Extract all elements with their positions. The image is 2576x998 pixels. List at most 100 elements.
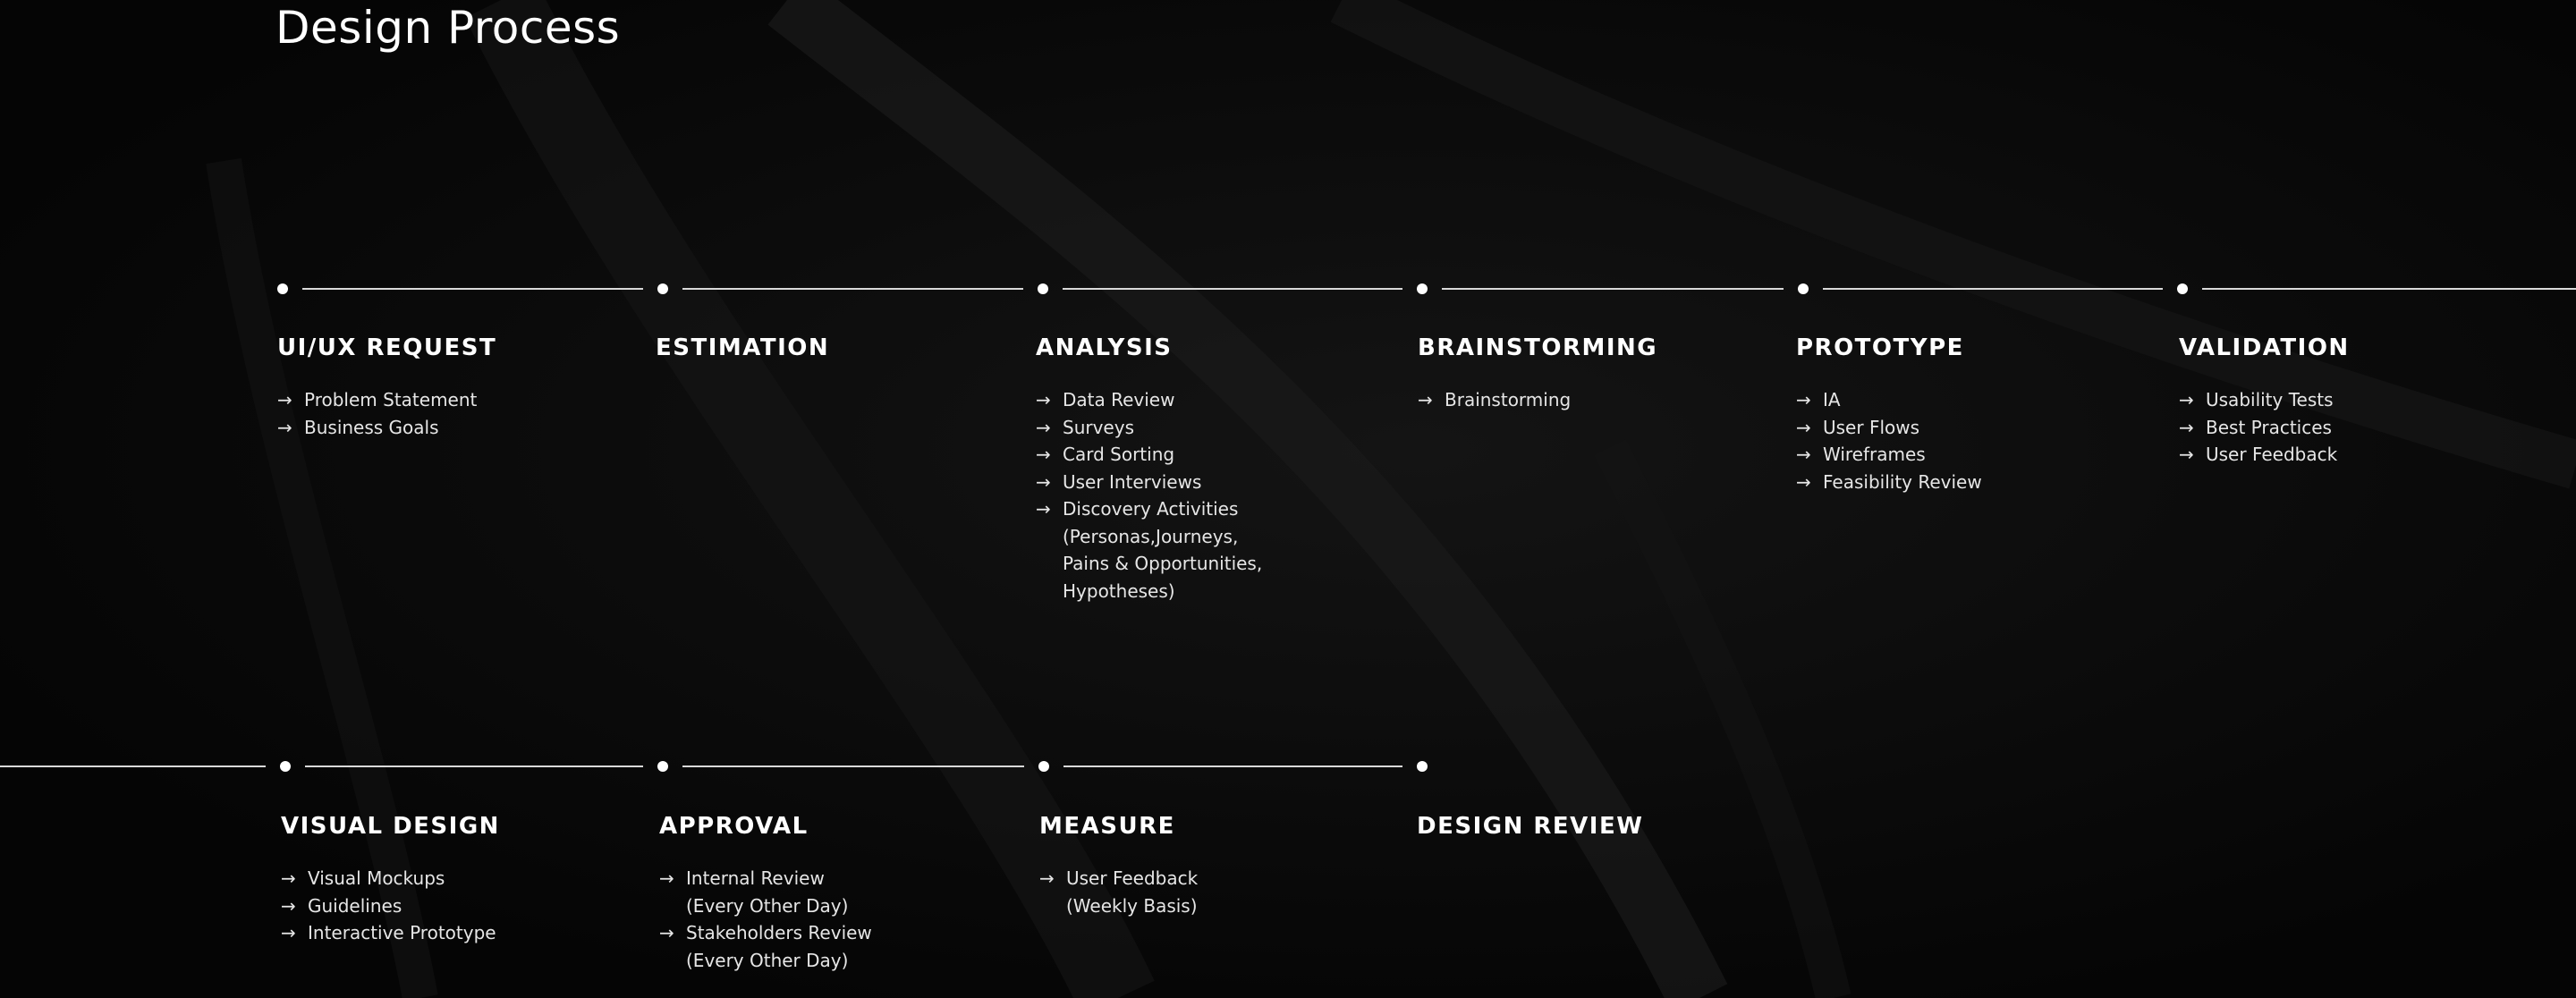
step-item-list: → IA → User Flows → Wireframes → Feasibility Re…: [1796, 386, 1982, 495]
step-item-text: Card Sorting: [1063, 444, 1175, 465]
arrow-right-icon: →: [659, 867, 674, 889]
step-item: → Data Review: [1036, 386, 1262, 414]
process-step: ESTIMATION: [656, 333, 829, 386]
step-item-list: → Problem Statement → Business Goals: [277, 386, 496, 441]
step-item-text: Visual Mockups: [308, 867, 445, 889]
process-step: ANALYSIS → Data Review → Surveys → Card Sortin…: [1036, 333, 1262, 605]
step-item-text: Brainstorming: [1445, 389, 1572, 410]
dot-icon: [280, 761, 291, 772]
arrow-right-icon: →: [281, 922, 296, 943]
step-item-text: Data Review: [1063, 389, 1175, 410]
arrow-right-icon: →: [281, 894, 296, 917]
arrow-right-icon: →: [1036, 389, 1051, 410]
step-item: → Best Practices: [2179, 414, 2350, 442]
arrow-right-icon: →: [1036, 444, 1051, 465]
arrow-right-icon: →: [1036, 416, 1051, 438]
dot-icon: [277, 283, 288, 294]
step-item: → Business Goals: [277, 414, 496, 442]
step-item: → Guidelines: [281, 892, 500, 920]
step-item-text: Interactive Prototype: [308, 922, 496, 943]
step-item: → Usability Tests: [2179, 386, 2350, 414]
step-item-list: → Visual Mockups → Guidelines → Interactive P…: [281, 865, 500, 947]
arrow-right-icon: →: [277, 389, 292, 410]
step-item-text: User Interviews: [1063, 470, 1202, 493]
arrow-right-icon: →: [1796, 444, 1811, 465]
process-step: MEASURE → User Feedback (Weekly Basis): [1039, 811, 1198, 919]
dot-icon: [1798, 283, 1809, 294]
arrow-right-icon: →: [2179, 416, 2194, 438]
step-item: → Surveys: [1036, 414, 1262, 442]
process-step: VALIDATION → Usability Tests → Best Practice…: [2179, 333, 2350, 469]
step-item: → Problem Statement: [277, 386, 496, 414]
step-title: MEASURE: [1039, 813, 1175, 840]
step-title: ESTIMATION: [656, 334, 830, 361]
process-step: DESIGN REVIEW: [1417, 811, 1643, 865]
step-title: BRAINSTORMING: [1418, 334, 1658, 361]
step-item-text: Business Goals: [304, 416, 439, 438]
step-item-text: User Flows: [1823, 416, 1920, 438]
arrow-right-icon: →: [1036, 498, 1051, 520]
dot-icon: [657, 283, 668, 294]
arrow-right-icon: →: [1796, 470, 1811, 493]
step-title: VALIDATION: [2179, 334, 2350, 361]
step-item-text: Surveys: [1063, 416, 1134, 438]
step-item-list: → Usability Tests → Best Practices → User Fee…: [2179, 386, 2350, 469]
step-item: → Discovery Activities (Personas,Journeys…: [1036, 495, 1262, 605]
step-item: → User Feedback (Weekly Basis): [1039, 865, 1198, 919]
arrow-right-icon: →: [1039, 867, 1055, 889]
arrow-right-icon: →: [2179, 389, 2194, 410]
step-item-text: Problem Statement: [304, 389, 478, 410]
step-item: → Interactive Prototype: [281, 919, 500, 947]
step-item-list: → User Feedback (Weekly Basis): [1039, 865, 1198, 919]
step-item-list: → Data Review → Surveys → Card Sorting → User I…: [1036, 386, 1262, 605]
page-title: Design Process: [275, 2, 621, 54]
step-title: UI/UX REQUEST: [277, 334, 497, 361]
process-step: UI/UX REQUEST → Problem Statement → Business…: [277, 333, 496, 441]
step-item-text: Usability Tests: [2206, 389, 2334, 410]
arrow-right-icon: →: [277, 416, 292, 438]
arrow-right-icon: →: [2179, 444, 2194, 465]
dot-icon: [2177, 283, 2188, 294]
step-title: PROTOTYPE: [1796, 334, 1964, 361]
step-item-text: User Feedback: [2206, 444, 2338, 465]
process-step: VISUAL DESIGN → Visual Mockups → Guidelines →…: [281, 811, 500, 947]
process-step: PROTOTYPE → IA → User Flows → Wireframes → Feasi…: [1796, 333, 1982, 495]
dot-icon: [1038, 283, 1048, 294]
step-item-text: Best Practices: [2206, 416, 2332, 438]
arrow-right-icon: →: [1418, 389, 1433, 410]
step-item: → Feasibility Review: [1796, 469, 1982, 496]
step-item: → User Interviews: [1036, 469, 1262, 496]
arrow-right-icon: →: [281, 867, 296, 889]
dot-icon: [657, 761, 668, 772]
arrow-right-icon: →: [1036, 470, 1051, 493]
step-item-list: → Brainstorming: [1418, 386, 1657, 414]
step-title: ANALYSIS: [1036, 334, 1173, 361]
step-item: → User Feedback: [2179, 441, 2350, 469]
process-step: APPROVAL → Internal Review (Every Other Da…: [659, 811, 872, 974]
step-item: → Brainstorming: [1418, 386, 1657, 414]
step-title: DESIGN REVIEW: [1417, 813, 1644, 840]
step-item: → Wireframes: [1796, 441, 1982, 469]
step-item: → Visual Mockups: [281, 865, 500, 892]
step-title: APPROVAL: [659, 813, 809, 840]
step-title: VISUAL DESIGN: [281, 813, 500, 840]
step-item: → User Flows: [1796, 414, 1982, 442]
step-item-text: Discovery Activities (Personas,Journeys,…: [1063, 498, 1263, 602]
step-item: → Internal Review (Every Other Day): [659, 865, 872, 919]
step-item-text: User Feedback (Weekly Basis): [1066, 867, 1199, 917]
arrow-right-icon: →: [659, 922, 674, 943]
step-item: → Card Sorting: [1036, 441, 1262, 469]
process-step: BRAINSTORMING → Brainstorming: [1418, 333, 1657, 414]
arrow-right-icon: →: [1796, 389, 1811, 410]
step-item: → Stakeholders Review (Every Other Day): [659, 919, 872, 974]
step-item-text: Wireframes: [1823, 444, 1926, 465]
step-item-list: → Internal Review (Every Other Day) → Stake…: [659, 865, 872, 974]
step-item-text: IA: [1823, 389, 1841, 410]
step-item-text: Stakeholders Review (Every Other Day): [686, 922, 872, 971]
step-item-text: Guidelines: [308, 894, 402, 917]
arrow-right-icon: →: [1796, 416, 1811, 438]
step-item: → IA: [1796, 386, 1982, 414]
dot-icon: [1417, 283, 1428, 294]
step-item-text: Feasibility Review: [1823, 470, 1982, 493]
step-item-text: Internal Review (Every Other Day): [686, 867, 849, 917]
